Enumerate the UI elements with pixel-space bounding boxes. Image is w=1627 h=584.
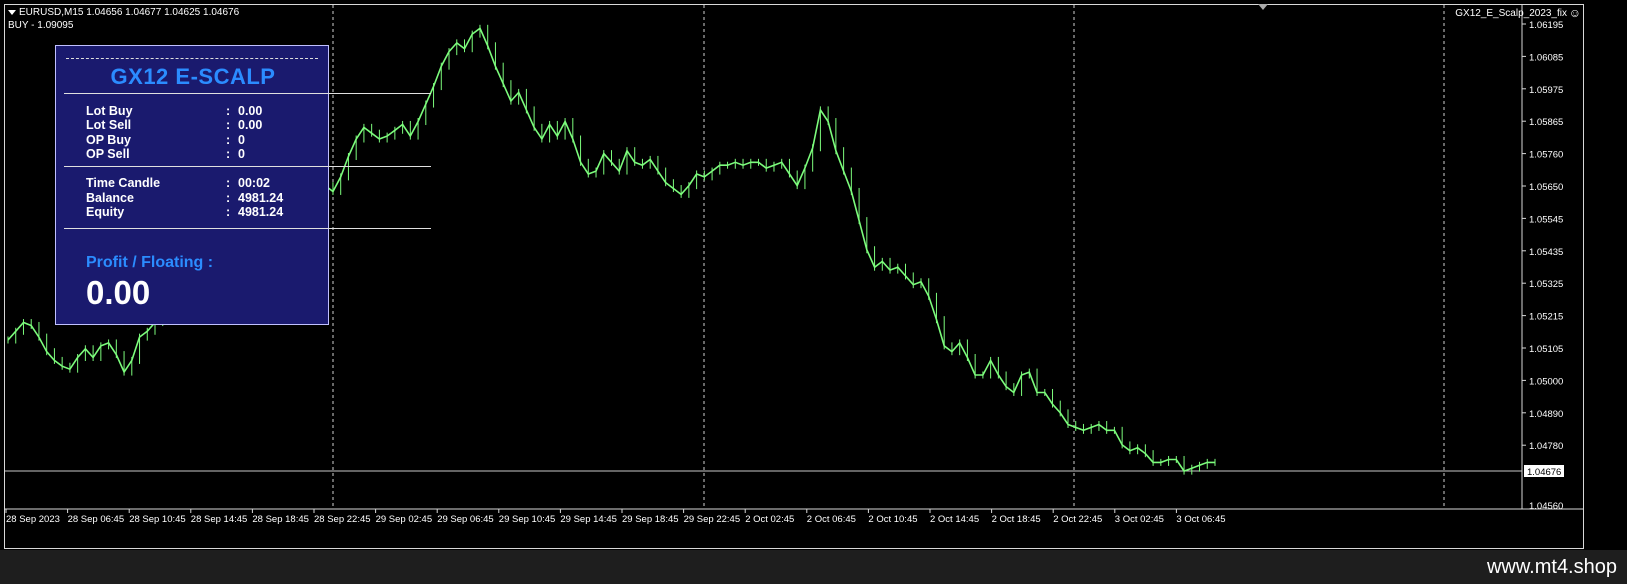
lot-buy-row: Lot Buy:0.00 xyxy=(86,104,263,118)
order-info: BUY - 1.09095 xyxy=(8,20,74,31)
time-tick-label: 28 Sep 18:45 xyxy=(252,514,309,525)
price-tick-label: 1.05865 xyxy=(1529,117,1563,128)
balance-row: Balance:4981.24 xyxy=(86,191,284,205)
current-price-label: 1.04676 xyxy=(1527,467,1561,478)
price-tick-label: 1.04560 xyxy=(1529,501,1563,512)
time-tick-label: 29 Sep 10:45 xyxy=(499,514,556,525)
price-tick-label: 1.05325 xyxy=(1529,279,1563,290)
dropdown-triangle-icon[interactable] xyxy=(8,9,16,15)
bottom-bar xyxy=(0,550,1627,584)
time-tick-label: 28 Sep 14:45 xyxy=(191,514,248,525)
price-tick-label: 1.05435 xyxy=(1529,247,1563,258)
op-sell-row: OP Sell:0 xyxy=(86,147,245,161)
equity-row: Equity:4981.24 xyxy=(86,205,284,219)
op-buy-row: OP Buy:0 xyxy=(86,133,245,147)
price-tick-label: 1.05105 xyxy=(1529,344,1563,355)
time-tick-label: 2 Oct 18:45 xyxy=(992,514,1041,525)
price-tick-label: 1.05650 xyxy=(1529,182,1563,193)
price-tick-label: 1.05545 xyxy=(1529,214,1563,225)
expert-advisor-name: GX12_E_Scalp_2023_fix xyxy=(1455,8,1567,19)
time-tick-label: 2 Oct 06:45 xyxy=(807,514,856,525)
time-tick-label: 3 Oct 02:45 xyxy=(1115,514,1164,525)
panel-title: GX12 E-SCALP xyxy=(110,64,276,89)
panel-divider xyxy=(64,93,431,94)
time-tick-label: 29 Sep 02:45 xyxy=(376,514,433,525)
price-tick-label: 1.05000 xyxy=(1529,376,1563,387)
time-tick-label: 28 Sep 22:45 xyxy=(314,514,371,525)
ea-info-panel: GX12 E-SCALP Lot Buy:0.00 Lot Sell:0.00 … xyxy=(55,45,431,325)
price-tick-label: 1.05975 xyxy=(1529,85,1563,96)
price-tick-label: 1.06085 xyxy=(1529,52,1563,63)
panel-divider xyxy=(66,58,318,59)
time-tick-label: 3 Oct 06:45 xyxy=(1176,514,1225,525)
lot-sell-row: Lot Sell:0.00 xyxy=(86,118,263,132)
price-tick-label: 1.05760 xyxy=(1529,150,1563,161)
chart-shift-marker-icon[interactable] xyxy=(1258,4,1268,10)
price-tick-label: 1.04780 xyxy=(1529,441,1563,452)
time-tick-label: 28 Sep 06:45 xyxy=(68,514,125,525)
profit-floating-label: Profit / Floating : xyxy=(86,254,214,271)
panel-divider xyxy=(64,166,431,167)
time-tick-label: 29 Sep 18:45 xyxy=(622,514,679,525)
symbol-ohlc: EURUSD,M15 1.04656 1.04677 1.04625 1.046… xyxy=(19,7,240,18)
watermark: www.mt4.shop xyxy=(1486,556,1617,578)
price-tick-label: 1.05215 xyxy=(1529,312,1563,323)
time-tick-label: 2 Oct 22:45 xyxy=(1053,514,1102,525)
symbol-info: EURUSD,M15 1.04656 1.04677 1.04625 1.046… xyxy=(8,6,239,32)
time-tick-label: 2 Oct 02:45 xyxy=(745,514,794,525)
time-tick-label: 28 Sep 10:45 xyxy=(129,514,186,525)
time-tick-label: 29 Sep 22:45 xyxy=(684,514,741,525)
time-tick-label: 2 Oct 14:45 xyxy=(930,514,979,525)
time-tick-label: 2 Oct 10:45 xyxy=(868,514,917,525)
time-tick-label: 29 Sep 14:45 xyxy=(560,514,617,525)
price-tick-label: 1.04890 xyxy=(1529,409,1563,420)
panel-divider xyxy=(64,228,431,229)
profit-floating-value: 0.00 xyxy=(86,274,151,311)
price-tick-label: 1.06195 xyxy=(1529,20,1563,31)
smiley-icon[interactable]: ☺ xyxy=(1569,6,1581,20)
time-tick-label: 29 Sep 06:45 xyxy=(437,514,494,525)
time-tick-label: 28 Sep 2023 xyxy=(6,514,60,525)
time-candle-row: Time Candle:00:02 xyxy=(86,176,270,190)
